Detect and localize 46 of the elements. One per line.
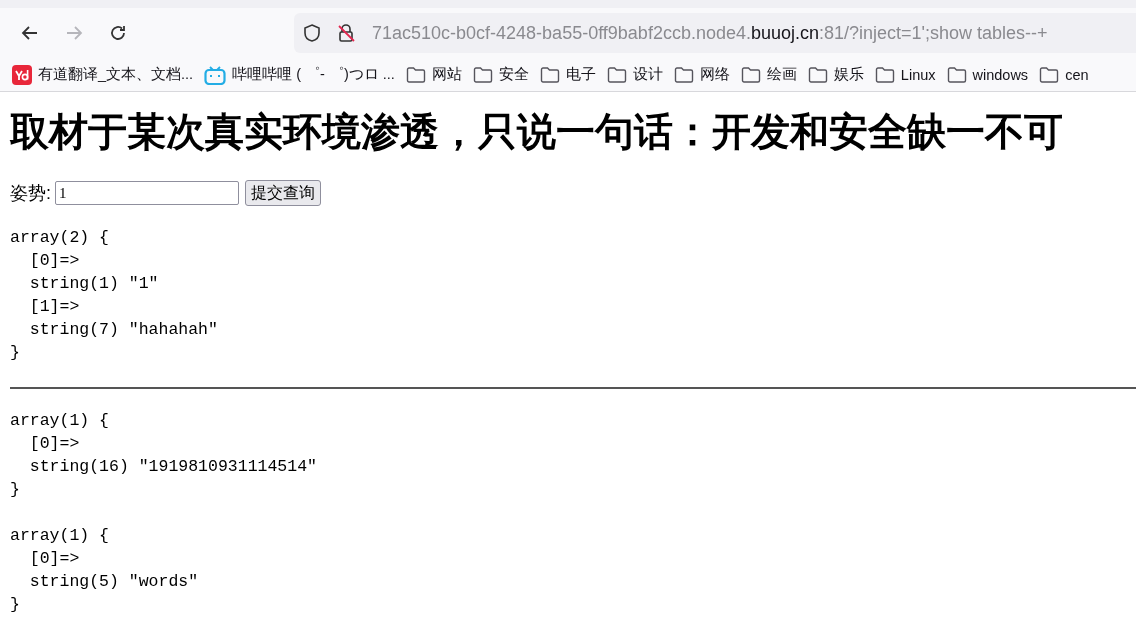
- folder-icon: [807, 64, 828, 85]
- code-line: string(1) "1": [29, 273, 159, 295]
- folder-icon: [539, 64, 560, 85]
- code-line: array(2) {: [10, 227, 110, 249]
- bookmark-item[interactable]: 安全: [472, 64, 529, 85]
- bookmark-item[interactable]: 网站: [405, 64, 462, 85]
- code-line: array(1) {: [10, 525, 110, 547]
- submit-button[interactable]: 提交查询: [245, 180, 321, 206]
- shield-icon[interactable]: [302, 23, 322, 43]
- code-line: array(1) {: [10, 410, 110, 432]
- address-bar[interactable]: 71ac510c-b0cf-4248-ba55-0ff9babf2ccb.node4.buuoj.cn:81/?inject=1';show tables--+: [294, 13, 1136, 53]
- text-field[interactable]: 1: [55, 181, 239, 205]
- folder-icon: [946, 64, 967, 85]
- folder-icon: [740, 64, 761, 85]
- bookmark-item[interactable]: 电子: [539, 64, 596, 85]
- code-line: string(5) "words": [29, 571, 199, 593]
- code-line: }: [10, 594, 20, 616]
- folder-icon: [472, 64, 493, 85]
- code-line: [0]=>: [29, 250, 80, 272]
- folder-icon: [405, 64, 426, 85]
- code-line: }: [10, 342, 20, 364]
- folder-icon: [606, 64, 627, 85]
- page-heading: 取材于某次真实环境渗透，只说一句话：开发和安全缺一不可: [10, 109, 1064, 155]
- bookmark-item[interactable]: 哔哩哔哩 ( ゜- ゜)つロ ...: [204, 64, 395, 85]
- code-line: [1]=>: [29, 296, 80, 318]
- bookmark-item[interactable]: windows: [946, 64, 1029, 85]
- folder-icon: [673, 64, 694, 85]
- code-line: }: [10, 479, 20, 501]
- bookmark-item[interactable]: 娱乐: [807, 64, 864, 85]
- bookmark-item[interactable]: cen: [1039, 64, 1089, 85]
- bookmark-item[interactable]: Linux: [874, 64, 936, 85]
- bookmark-item[interactable]: 网络: [673, 64, 730, 85]
- field-label: 姿势:: [10, 182, 51, 205]
- folder-icon: [874, 64, 895, 85]
- bookmark-item[interactable]: 绘画: [740, 64, 797, 85]
- code-line: [0]=>: [29, 433, 80, 455]
- code-line: string(7) "hahahah": [29, 319, 218, 341]
- bookmark-item[interactable]: 有道翻译_文本、文档...: [12, 64, 194, 85]
- tv-icon: [204, 64, 227, 85]
- youdao-logo-icon: [12, 64, 32, 85]
- bookmark-item[interactable]: 设计: [606, 64, 663, 85]
- reload-icon: [108, 23, 128, 43]
- code-line: string(16) "1919810931114514": [29, 456, 317, 478]
- folder-icon: [1039, 64, 1060, 85]
- insecure-lock-icon[interactable]: [336, 23, 356, 43]
- code-line: [0]=>: [29, 548, 80, 570]
